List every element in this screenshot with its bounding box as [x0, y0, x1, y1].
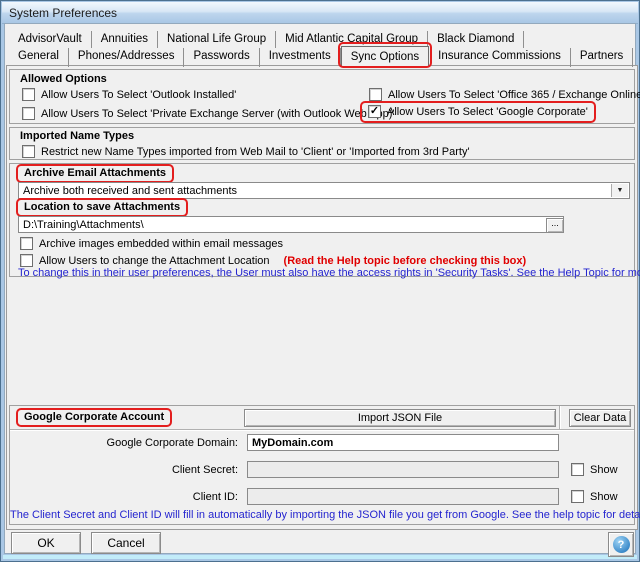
- annotation-google-corporate: ✓ Allow Users To Select 'Google Corporat…: [360, 101, 596, 123]
- imported-name-types-header: Imported Name Types: [20, 130, 134, 142]
- checkbox-archive-embedded-images[interactable]: Archive images embedded within email mes…: [20, 237, 283, 250]
- allowed-options-section: Allowed Options Allow Users To Select 'O…: [9, 69, 635, 124]
- checkbox-icon[interactable]: [571, 463, 584, 476]
- client-id-label: Client ID:: [10, 491, 238, 503]
- checkbox-icon[interactable]: [20, 237, 33, 250]
- archive-email-attachments-label: Archive Email Attachments: [16, 164, 174, 183]
- checkbox-label: Allow Users To Select 'Outlook Installed…: [41, 89, 236, 101]
- allowed-options-header: Allowed Options: [20, 73, 107, 85]
- ok-button[interactable]: OK: [11, 532, 81, 554]
- checkbox-icon[interactable]: [22, 88, 35, 101]
- archive-mode-select[interactable]: Archive both received and sent attachmen…: [18, 182, 630, 199]
- checkbox-icon[interactable]: [22, 145, 35, 158]
- import-json-button[interactable]: Import JSON File: [244, 409, 556, 427]
- help-button[interactable]: ?: [608, 532, 634, 557]
- tab-docupace[interactable]: Docupace: [633, 48, 640, 67]
- tab-annuities[interactable]: Annuities: [92, 31, 158, 48]
- title-bar[interactable]: System Preferences: [2, 2, 638, 24]
- window-bottom-glow: [3, 555, 637, 559]
- tab-passwords[interactable]: Passwords: [184, 48, 259, 67]
- window-title: System Preferences: [9, 6, 117, 20]
- checkbox-icon[interactable]: [22, 107, 35, 120]
- header-divider: [10, 429, 634, 430]
- tab-advisorvault[interactable]: AdvisorVault: [9, 31, 92, 48]
- checkbox-icon[interactable]: [20, 254, 33, 267]
- tab-investments[interactable]: Investments: [260, 48, 341, 67]
- domain-input[interactable]: [247, 434, 559, 451]
- tab-general[interactable]: General: [9, 48, 69, 67]
- checkbox-google-corporate[interactable]: ✓ Allow Users To Select 'Google Corporat…: [368, 105, 588, 118]
- tab-sync-options[interactable]: Sync Options: [341, 46, 429, 67]
- window-frame: System Preferences AdvisorVault Annuitie…: [0, 0, 640, 562]
- checkbox-label: Show: [590, 491, 618, 503]
- archive-attachments-section: Archive Email Attachments Archive both r…: [9, 163, 635, 277]
- tab-phones-addresses[interactable]: Phones/Addresses: [69, 48, 185, 67]
- location-to-save-label: Location to save Attachments: [16, 198, 188, 217]
- json-import-note: The Client Secret and Client ID will fil…: [10, 509, 634, 521]
- tab-row-2: General Phones/Addresses Passwords Inves…: [9, 48, 640, 67]
- tab-national-life-group[interactable]: National Life Group: [158, 31, 276, 48]
- google-corporate-account-label: Google Corporate Account: [16, 408, 172, 427]
- security-tasks-note: To change this in their user preferences…: [18, 267, 640, 279]
- checkbox-label: Show: [590, 464, 618, 476]
- chevron-down-icon[interactable]: ▼: [611, 184, 628, 197]
- google-corporate-account-section: Google Corporate Account Import JSON Fil…: [9, 405, 635, 525]
- checkbox-label: Allow Users to change the Attachment Loc…: [39, 255, 270, 267]
- cancel-button[interactable]: Cancel: [91, 532, 161, 554]
- tab-partners[interactable]: Partners: [571, 48, 633, 67]
- domain-label: Google Corporate Domain:: [10, 437, 238, 449]
- help-question-icon: ?: [613, 536, 630, 553]
- tab-insurance-commissions[interactable]: Insurance Commissions: [429, 48, 571, 67]
- checkbox-office-365[interactable]: Allow Users To Select 'Office 365 / Exch…: [369, 88, 640, 101]
- tab-black-diamond[interactable]: Black Diamond: [428, 31, 524, 48]
- checkbox-icon[interactable]: [571, 490, 584, 503]
- tab-row-1: AdvisorVault Annuities National Life Gro…: [9, 31, 524, 48]
- checkbox-icon[interactable]: [369, 88, 382, 101]
- header-divider-vertical: [559, 406, 560, 429]
- client-secret-input[interactable]: [247, 461, 559, 478]
- checkbox-restrict-name-types[interactable]: Restrict new Name Types imported from We…: [22, 145, 470, 158]
- checkbox-private-exchange[interactable]: Allow Users To Select 'Private Exchange …: [22, 107, 395, 120]
- checkbox-allow-change-location[interactable]: Allow Users to change the Attachment Loc…: [20, 254, 526, 267]
- clear-data-button[interactable]: Clear Data: [569, 409, 631, 427]
- checkbox-label: Restrict new Name Types imported from We…: [41, 146, 470, 158]
- checkbox-outlook-installed[interactable]: Allow Users To Select 'Outlook Installed…: [22, 88, 236, 101]
- browse-button[interactable]: ...: [546, 218, 564, 233]
- archive-mode-value: Archive both received and sent attachmen…: [23, 184, 237, 198]
- checkbox-label: Allow Users To Select 'Google Corporate': [387, 106, 588, 118]
- checkbox-checked-icon[interactable]: ✓: [368, 105, 381, 118]
- checkbox-label: Allow Users To Select 'Private Exchange …: [41, 108, 395, 120]
- checkbox-show-secret[interactable]: Show: [571, 463, 618, 476]
- client-secret-label: Client Secret:: [10, 464, 238, 476]
- checkbox-label: Allow Users To Select 'Office 365 / Exch…: [388, 89, 640, 101]
- attachment-location-input[interactable]: [18, 216, 564, 233]
- help-warning-note: (Read the Help topic before checking thi…: [284, 255, 527, 267]
- imported-name-types-section: Imported Name Types Restrict new Name Ty…: [9, 127, 635, 160]
- client-id-input[interactable]: [247, 488, 559, 505]
- dialog-body: AdvisorVault Annuities National Life Gro…: [4, 23, 636, 554]
- sync-options-page: Allowed Options Allow Users To Select 'O…: [6, 65, 638, 530]
- checkbox-label: Archive images embedded within email mes…: [39, 238, 283, 250]
- checkbox-show-id[interactable]: Show: [571, 490, 618, 503]
